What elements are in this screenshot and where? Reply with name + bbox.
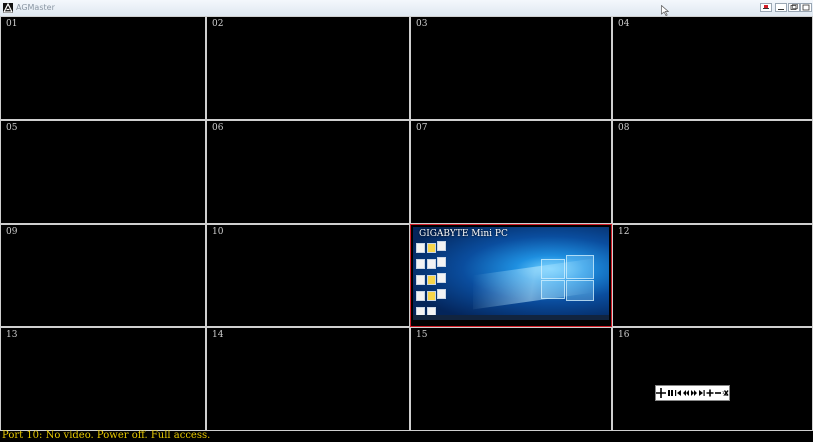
port-number: 06 [212, 123, 224, 133]
port-cell-11-active[interactable]: GIGABYTE Mini PC [410, 224, 612, 327]
fast-forward-icon[interactable] [691, 390, 697, 396]
skip-start-icon[interactable] [675, 390, 681, 396]
desktop-icon[interactable] [427, 259, 436, 269]
desktop-icon[interactable] [437, 289, 446, 299]
port-cell-02[interactable]: 02 [206, 16, 410, 120]
zoom-in-icon[interactable] [706, 389, 714, 397]
port-number: 09 [6, 227, 18, 237]
minimize-button[interactable] [775, 3, 787, 12]
port-number: 08 [618, 123, 630, 133]
port-cell-09[interactable]: 09 [0, 224, 206, 327]
pause-icon[interactable] [668, 390, 673, 396]
restore-button[interactable] [788, 3, 800, 12]
desktop-icon[interactable] [416, 243, 425, 253]
port-number: 13 [6, 330, 18, 340]
playback-toolbar[interactable]: ½ [655, 385, 730, 401]
app-title: AGMaster [16, 3, 55, 12]
title-bar: AGMaster [0, 0, 813, 17]
port-number: 14 [212, 330, 224, 340]
maximize-button[interactable] [800, 3, 812, 12]
port-cell-04[interactable]: 04 [612, 16, 813, 120]
port-number: 16 [618, 330, 630, 340]
status-bar: Port 10: No video. Power off. Full acces… [2, 430, 211, 441]
port-number: 07 [416, 123, 428, 133]
desktop-icon[interactable] [416, 275, 425, 285]
desktop-icon[interactable] [427, 291, 436, 301]
desktop-icon[interactable] [416, 291, 425, 301]
port-cell-13[interactable]: 13 [0, 327, 206, 431]
pin-button[interactable] [760, 3, 772, 12]
port-number: 15 [416, 330, 428, 340]
port-cell-05[interactable]: 05 [0, 120, 206, 224]
maximize-icon [802, 4, 810, 11]
port-number: 01 [6, 19, 18, 29]
move-icon[interactable] [656, 388, 666, 398]
port-cell-03[interactable]: 03 [410, 16, 612, 120]
minimize-icon [778, 9, 784, 10]
desktop-icon[interactable] [416, 259, 425, 269]
port-cell-14[interactable]: 14 [206, 327, 410, 431]
port-number: 04 [618, 19, 630, 29]
desktop-icon[interactable] [427, 275, 436, 285]
desktop-icon[interactable] [427, 243, 436, 253]
remote-pc-label: GIGABYTE Mini PC [419, 229, 508, 239]
port-cell-12[interactable]: 12 [612, 224, 813, 327]
port-cell-06[interactable]: 06 [206, 120, 410, 224]
remote-taskbar [413, 315, 609, 320]
port-number: 02 [212, 19, 224, 29]
port-number: 10 [212, 227, 224, 237]
desktop-icon[interactable] [437, 241, 446, 251]
pin-icon [763, 5, 769, 9]
desktop-icon[interactable] [437, 257, 446, 267]
windows-logo-icon [541, 255, 594, 301]
skip-end-icon[interactable] [699, 390, 705, 396]
port-cell-01[interactable]: 01 [0, 16, 206, 120]
port-number: 03 [416, 19, 428, 29]
port-cell-07[interactable]: 07 [410, 120, 612, 224]
port-cell-16[interactable]: 16 [612, 327, 813, 431]
app-logo-icon [3, 3, 13, 13]
port-cell-15[interactable]: 15 [410, 327, 612, 431]
port-number: 05 [6, 123, 18, 133]
restore-icon [790, 4, 798, 10]
port-cell-10[interactable]: 10 [206, 224, 410, 327]
port-grid: 01 02 03 04 05 06 07 08 09 10 GIGABYTE M… [0, 16, 813, 431]
remote-desktop-preview[interactable]: GIGABYTE Mini PC [413, 227, 609, 320]
desktop-icon[interactable] [437, 273, 446, 283]
rewind-icon[interactable] [683, 390, 689, 396]
port-cell-08[interactable]: 08 [612, 120, 813, 224]
port-number: 12 [618, 227, 630, 237]
